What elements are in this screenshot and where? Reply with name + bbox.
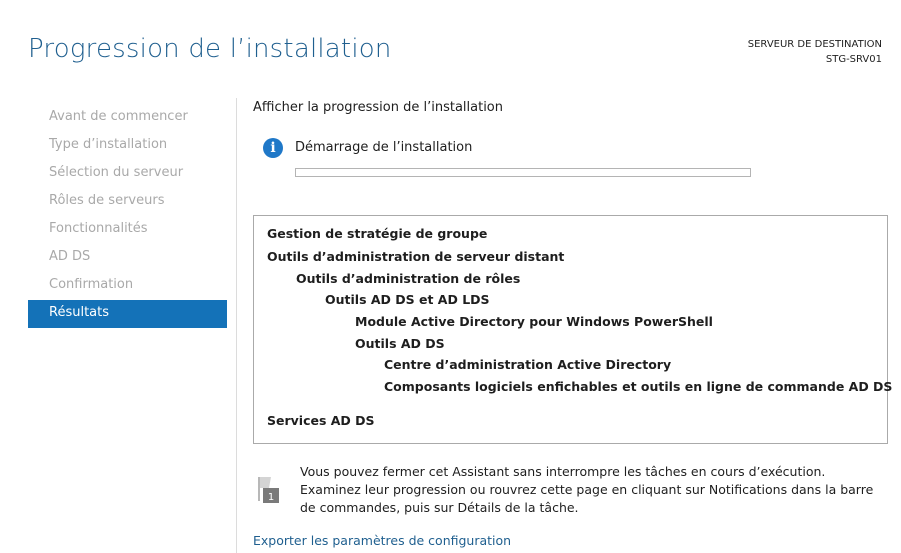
nav-item-avant-de-commencer[interactable]: Avant de commencer	[28, 104, 227, 132]
feature-item: Outils AD DS	[355, 336, 445, 351]
status-text: Démarrage de l’installation	[295, 140, 473, 155]
nav-item-roles-serveurs[interactable]: Rôles de serveurs	[28, 188, 227, 216]
nav-item-fonctionnalites[interactable]: Fonctionnalités	[28, 216, 227, 244]
progress-bar	[295, 168, 751, 177]
feature-item: Composants logiciels enfichables et outi…	[384, 379, 893, 394]
destination-server: SERVEUR DE DESTINATION STG-SRV01	[748, 37, 882, 67]
feature-item: Outils d’administration de rôles	[296, 271, 521, 286]
info-icon: i	[263, 138, 283, 158]
flag-icon: 1	[258, 477, 279, 503]
feature-item: Outils d’administration de serveur dista…	[267, 249, 565, 264]
nav-divider	[236, 98, 237, 553]
nav-item-resultats[interactable]: Résultats	[28, 300, 227, 328]
feature-item: Module Active Directory pour Windows Pow…	[355, 314, 713, 329]
note-badge: 1	[268, 492, 274, 503]
nav-item-type-installation[interactable]: Type d’installation	[28, 132, 227, 160]
feature-item: Centre d’administration Active Directory	[384, 357, 672, 372]
feature-item: Services AD DS	[267, 413, 375, 428]
section-label: Afficher la progression de l’installatio…	[253, 100, 503, 115]
feature-item: Outils AD DS et AD LDS	[325, 292, 490, 307]
nav-item-ad-ds[interactable]: AD DS	[28, 244, 227, 272]
server-name: STG-SRV01	[825, 54, 882, 65]
export-config-link[interactable]: Exporter les paramètres de configuration	[253, 533, 511, 548]
server-label: SERVEUR DE DESTINATION	[747, 39, 882, 50]
page-title: Progression de l’installation	[28, 34, 392, 64]
features-list: Gestion de stratégie de groupe Outils d’…	[253, 215, 892, 444]
wizard-nav: Avant de commencer Type d’installation S…	[28, 104, 227, 328]
feature-item: Gestion de stratégie de groupe	[267, 226, 488, 241]
nav-item-selection-serveur[interactable]: Sélection du serveur	[28, 160, 227, 188]
note-text: Vous pouvez fermer cet Assistant sans in…	[300, 464, 874, 515]
nav-item-confirmation[interactable]: Confirmation	[28, 272, 227, 300]
